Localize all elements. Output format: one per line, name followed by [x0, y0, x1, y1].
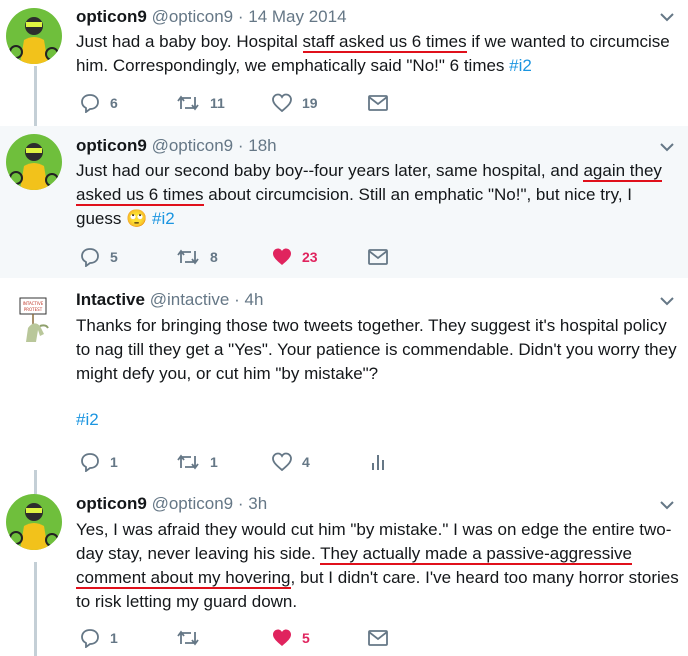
tweet-text: Thanks for bringing those two tweets tog… — [76, 314, 680, 432]
like-count: 5 — [302, 630, 310, 646]
display-name[interactable]: Intactive — [76, 290, 145, 309]
user-handle[interactable]: @opticon9 — [152, 7, 234, 26]
retweet-count: 11 — [210, 95, 225, 111]
direct-message-button[interactable] — [368, 627, 388, 649]
tweet-header: opticon9 @opticon9 · 14 May 2014 — [76, 7, 347, 27]
tweet-focused[interactable]: opticon9 @opticon9 · 18h Just had our se… — [0, 126, 688, 278]
reply-icon — [81, 453, 99, 472]
avatar[interactable] — [6, 494, 62, 550]
tweet-text: Yes, I was afraid they would cut him "by… — [76, 520, 679, 611]
reply-button[interactable]: 1 — [80, 451, 118, 473]
envelope-icon — [368, 630, 388, 646]
eye-roll-emoji: 🙄 — [126, 209, 148, 228]
tweet[interactable]: INTACTIVE PROTEST Intactive @intactive ·… — [0, 278, 688, 484]
retweet-button[interactable]: 8 — [176, 246, 218, 268]
separator-dot: · — [234, 290, 240, 309]
bar-chart-icon — [372, 455, 384, 470]
tweet-actions: 1 5 — [80, 627, 480, 649]
reply-count: 1 — [110, 454, 118, 470]
chevron-down-icon[interactable] — [660, 142, 674, 152]
like-count: 23 — [302, 249, 318, 265]
red-underline-annotation: again they — [583, 161, 662, 182]
display-name[interactable]: opticon9 — [76, 494, 147, 513]
chevron-down-icon[interactable] — [660, 500, 674, 510]
reply-icon — [81, 94, 99, 113]
timestamp[interactable]: 18h — [248, 136, 276, 155]
retweet-icon — [177, 630, 199, 646]
reply-count: 5 — [110, 249, 118, 265]
reply-count: 1 — [110, 630, 118, 646]
like-button[interactable]: 5 — [272, 627, 310, 649]
envelope-icon — [368, 95, 388, 111]
retweet-button[interactable] — [176, 627, 210, 649]
red-underline-annotation: staff asked us 6 times — [302, 32, 467, 53]
heart-icon — [272, 93, 292, 113]
retweet-icon — [177, 454, 199, 470]
retweet-icon — [177, 95, 199, 111]
tweet[interactable]: opticon9 @opticon9 · 14 May 2014 Just ha… — [0, 0, 688, 126]
tweet-actions: 1 1 4 — [80, 451, 480, 473]
separator-dot: · — [237, 7, 244, 26]
display-name[interactable]: opticon9 — [76, 136, 147, 155]
retweet-icon — [177, 249, 199, 265]
hashtag-link[interactable]: #i2 — [76, 408, 680, 432]
chevron-down-icon[interactable] — [660, 296, 674, 306]
hashtag-link[interactable]: #i2 — [509, 56, 532, 75]
like-button[interactable]: 19 — [272, 92, 318, 114]
timestamp[interactable]: 4h — [244, 290, 263, 309]
tweet-header: Intactive @intactive · 4h — [76, 290, 263, 310]
tweet-header: opticon9 @opticon9 · 18h — [76, 136, 277, 156]
reply-button[interactable]: 1 — [80, 627, 118, 649]
reply-icon — [81, 629, 99, 648]
user-handle[interactable]: @opticon9 — [152, 494, 234, 513]
like-button[interactable]: 23 — [272, 246, 318, 268]
reply-button[interactable]: 6 — [80, 92, 118, 114]
timestamp[interactable]: 3h — [248, 494, 267, 513]
tweet-header: opticon9 @opticon9 · 3h — [76, 494, 267, 514]
tweet-text: Just had our second baby boy--four years… — [76, 161, 662, 228]
like-count: 19 — [302, 95, 318, 111]
reply-button[interactable]: 5 — [80, 246, 118, 268]
like-count: 4 — [302, 454, 310, 470]
tweet-actions: 5 8 23 — [80, 246, 480, 268]
retweet-count: 1 — [210, 454, 218, 470]
heart-filled-icon — [273, 629, 291, 646]
retweet-button[interactable]: 1 — [176, 451, 218, 473]
tweet[interactable]: opticon9 @opticon9 · 3h Yes, I was afrai… — [0, 484, 688, 656]
heart-filled-icon — [273, 248, 291, 265]
separator-dot: · — [237, 494, 244, 513]
retweet-count: 8 — [210, 249, 218, 265]
avatar[interactable] — [6, 8, 62, 64]
display-name[interactable]: opticon9 — [76, 7, 147, 26]
avatar[interactable] — [6, 134, 62, 190]
heart-icon — [272, 452, 292, 472]
svg-text:PROTEST: PROTEST — [24, 307, 43, 312]
timestamp[interactable]: 14 May 2014 — [248, 7, 346, 26]
direct-message-button[interactable] — [368, 92, 388, 114]
red-underline-annotation: asked us 6 times — [76, 185, 204, 206]
user-handle[interactable]: @opticon9 — [152, 136, 234, 155]
hashtag-link[interactable]: #i2 — [152, 209, 175, 228]
reply-icon — [81, 248, 99, 267]
reply-count: 6 — [110, 95, 118, 111]
user-handle[interactable]: @intactive — [150, 290, 230, 309]
direct-message-button[interactable] — [368, 246, 388, 268]
tweet-actions: 6 11 19 — [80, 92, 480, 114]
retweet-button[interactable]: 11 — [176, 92, 225, 114]
like-button[interactable]: 4 — [272, 451, 310, 473]
chevron-down-icon[interactable] — [660, 12, 674, 22]
analytics-button[interactable] — [370, 451, 386, 473]
avatar[interactable]: INTACTIVE PROTEST — [6, 290, 62, 346]
separator-dot: · — [237, 136, 244, 155]
tweet-text: Just had a baby boy. Hospital staff aske… — [76, 32, 670, 75]
svg-text:INTACTIVE: INTACTIVE — [23, 301, 44, 306]
envelope-icon — [368, 249, 388, 265]
